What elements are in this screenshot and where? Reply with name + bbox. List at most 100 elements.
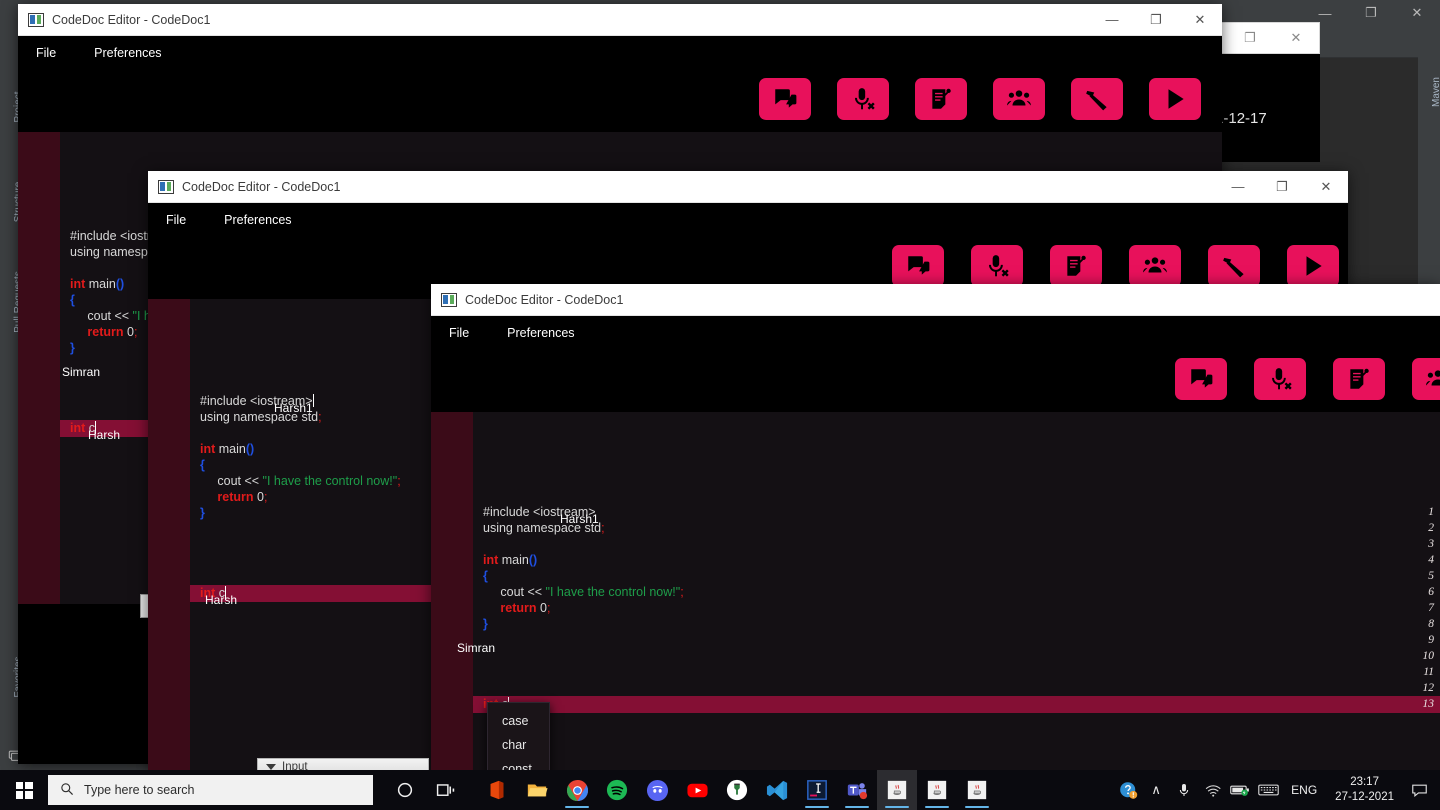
participants-icon[interactable]	[993, 78, 1045, 120]
window-2-titlebar[interactable]: CodeDoc Editor - CodeDoc1 — ❐ ✕	[148, 171, 1348, 203]
build-hammer-icon[interactable]	[1208, 245, 1260, 287]
background-window-close-button[interactable]: ✕	[1273, 23, 1319, 53]
participants-icon[interactable]	[1129, 245, 1181, 287]
intellij-close-button[interactable]: ✕	[1394, 0, 1440, 26]
taskbar-app-java-3[interactable]	[957, 770, 997, 810]
language-indicator[interactable]: ENG	[1283, 783, 1325, 797]
window-1-minimize-button[interactable]: —	[1090, 4, 1134, 36]
search-icon	[60, 782, 74, 799]
intellij-restore-button[interactable]: ❐	[1348, 0, 1394, 26]
search-placeholder: Type here to search	[84, 783, 195, 797]
codedoc-window-3[interactable]: CodeDoc Editor - CodeDoc1 File Preferenc…	[431, 284, 1440, 770]
window-3-editor[interactable]: 1 2 3 4 5 6 7 8 9 10 11 12 13 #include <…	[431, 412, 1440, 770]
window-2-close-button[interactable]: ✕	[1304, 171, 1348, 203]
system-tray[interactable]: ∧ ENG 23:17 27-12-2021	[1115, 770, 1440, 810]
window-3-titlebar[interactable]: CodeDoc Editor - CodeDoc1	[431, 284, 1440, 316]
microphone-muted-icon[interactable]	[971, 245, 1023, 287]
windows-taskbar[interactable]: Type here to search ∧ ENG 23:17 27-12-20…	[0, 770, 1440, 810]
notes-icon[interactable]	[1333, 358, 1385, 400]
autocomplete-item-char[interactable]: char	[488, 733, 549, 757]
windows-start-icon[interactable]	[0, 770, 48, 810]
app-icon	[28, 12, 44, 27]
autocomplete-item-case[interactable]: case	[488, 709, 549, 733]
window-1-menubar[interactable]: File Preferences	[18, 36, 1222, 70]
wifi-icon[interactable]	[1199, 770, 1225, 810]
window-1-close-button[interactable]: ✕	[1178, 4, 1222, 36]
taskbar-app-office[interactable]	[477, 770, 517, 810]
window-2-minimize-button[interactable]: —	[1216, 171, 1260, 203]
participants-icon[interactable]	[1412, 358, 1440, 400]
menu-preferences[interactable]: Preferences	[224, 213, 291, 227]
taskbar-app-teams[interactable]	[837, 770, 877, 810]
run-play-icon[interactable]	[1149, 78, 1201, 120]
taskbar-app-file-explorer[interactable]	[517, 770, 557, 810]
window-3-gutter	[431, 412, 473, 770]
search-input[interactable]: Type here to search	[48, 775, 373, 805]
menu-file[interactable]: File	[36, 46, 56, 60]
peer-cursor-harsh1: Harsh1	[560, 512, 599, 526]
taskbar-running-indicator	[965, 805, 989, 808]
help-warning-icon[interactable]	[1115, 770, 1141, 810]
menu-preferences[interactable]: Preferences	[507, 326, 574, 340]
line-number: 1	[1428, 506, 1434, 518]
line-number: 11	[1423, 666, 1434, 678]
desktop-root: — ❐ ✕ Maven ❐ ✕ 2021-12-17 CodeDoc Edito…	[0, 0, 1440, 810]
menu-file[interactable]: File	[166, 213, 186, 227]
run-play-icon[interactable]	[1287, 245, 1339, 287]
taskbar-app-intellij[interactable]	[797, 770, 837, 810]
microphone-icon[interactable]	[1171, 770, 1197, 810]
taskbar-running-indicator	[885, 805, 909, 808]
task-view-icon[interactable]	[425, 770, 465, 810]
taskbar-app-chrome[interactable]	[557, 770, 597, 810]
cortana-circle-icon[interactable]	[385, 770, 425, 810]
window-1-maximize-button[interactable]: ❐	[1134, 4, 1178, 36]
menu-file[interactable]: File	[449, 326, 469, 340]
chat-icon[interactable]	[1175, 358, 1227, 400]
line-number: 10	[1422, 650, 1435, 662]
intellij-window-controls[interactable]: — ❐ ✕	[1302, 0, 1440, 26]
taskbar-app-vscode[interactable]	[757, 770, 797, 810]
peer-cursor-simran: Simran	[457, 641, 496, 655]
window-2-controls[interactable]: — ❐ ✕	[1216, 171, 1348, 203]
battery-icon[interactable]	[1227, 770, 1253, 810]
window-3-highlighted-line	[473, 696, 1440, 713]
window-1-toolbar[interactable]	[18, 70, 1222, 132]
chevron-up-icon[interactable]: ∧	[1143, 770, 1169, 810]
line-number: 12	[1422, 682, 1435, 694]
taskbar-running-indicator	[805, 805, 829, 808]
notes-icon[interactable]	[915, 78, 967, 120]
taskbar-app-discord[interactable]	[637, 770, 677, 810]
window-1-controls[interactable]: — ❐ ✕	[1090, 4, 1222, 36]
notes-icon[interactable]	[1050, 245, 1102, 287]
autocomplete-item-const[interactable]: const	[488, 757, 549, 770]
microphone-muted-icon[interactable]	[837, 78, 889, 120]
autocomplete-popup[interactable]: case char const continue	[487, 702, 550, 770]
keyboard-icon[interactable]	[1255, 770, 1281, 810]
peer-cursor-simran: Simran	[62, 365, 101, 379]
window-1-gutter	[18, 132, 60, 634]
background-window-restore-button[interactable]: ❐	[1227, 23, 1273, 53]
window-3-menubar[interactable]: File Preferences	[431, 316, 1440, 350]
line-number: 6	[1428, 586, 1434, 598]
window-2-gutter	[148, 299, 190, 771]
window-2-menubar[interactable]: File Preferences	[148, 203, 1348, 237]
window-2-maximize-button[interactable]: ❐	[1260, 171, 1304, 203]
sidebar-item-maven[interactable]: Maven	[1425, 52, 1440, 132]
window-3-title: CodeDoc Editor - CodeDoc1	[465, 292, 624, 307]
microphone-muted-icon[interactable]	[1254, 358, 1306, 400]
build-hammer-icon[interactable]	[1071, 78, 1123, 120]
taskbar-app-java-2[interactable]	[917, 770, 957, 810]
taskbar-app-java-1[interactable]	[877, 770, 917, 810]
window-3-toolbar[interactable]	[431, 350, 1440, 412]
line-number: 4	[1428, 554, 1434, 566]
chat-icon[interactable]	[759, 78, 811, 120]
taskbar-app-youtube[interactable]	[677, 770, 717, 810]
chat-icon[interactable]	[892, 245, 944, 287]
action-center-icon[interactable]	[1404, 770, 1434, 810]
window-1-titlebar[interactable]: CodeDoc Editor - CodeDoc1 — ❐ ✕	[18, 4, 1222, 36]
taskbar-app-whatsapp[interactable]	[717, 770, 757, 810]
clock[interactable]: 23:17 27-12-2021	[1327, 775, 1402, 805]
line-number: 3	[1428, 538, 1434, 550]
menu-preferences[interactable]: Preferences	[94, 46, 161, 60]
taskbar-app-spotify[interactable]	[597, 770, 637, 810]
